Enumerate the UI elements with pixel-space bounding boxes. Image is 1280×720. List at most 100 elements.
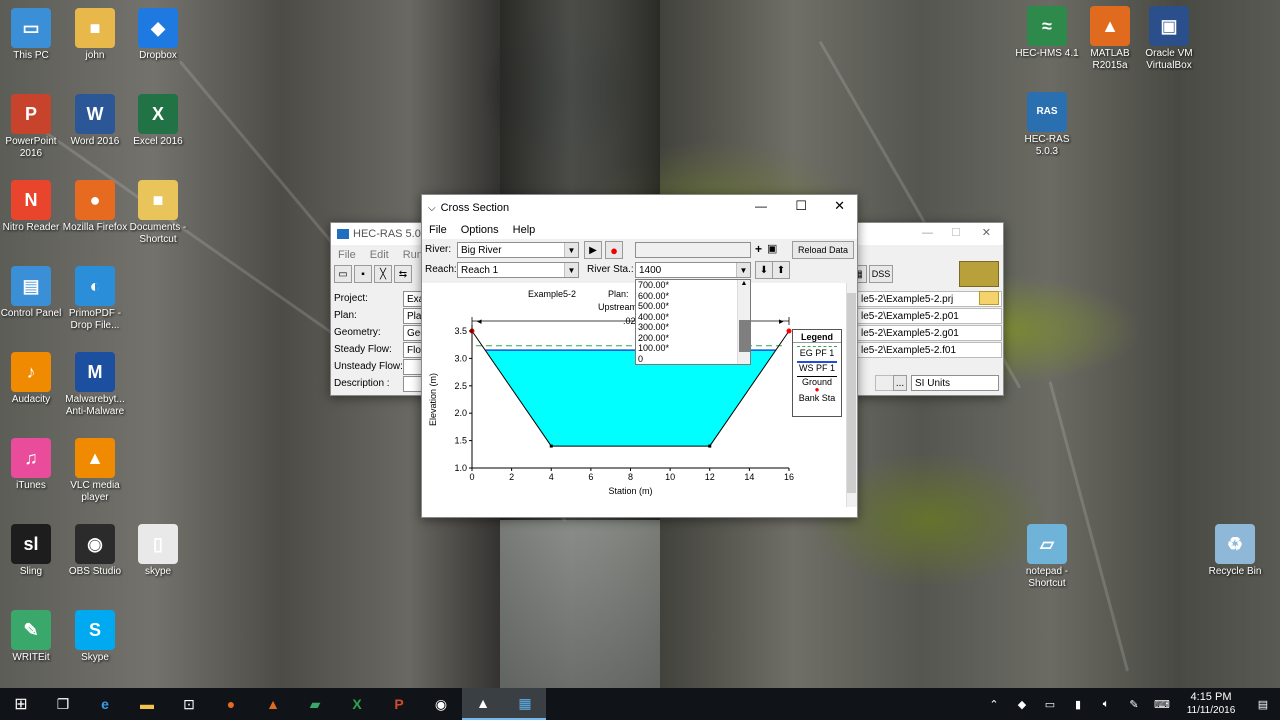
menu-edit[interactable]: Edit [363, 249, 396, 261]
arrow-down-icon[interactable]: ⬇ [755, 261, 773, 279]
desktop-icon-powerpoint-2016[interactable]: P PowerPoint 2016 [0, 94, 66, 160]
cross-section-titlebar[interactable]: ⌵ Cross Section — ☐ ✕ [422, 195, 857, 221]
dss-button[interactable]: DSS [869, 265, 893, 283]
maximize-icon[interactable]: ☐ [951, 226, 961, 239]
notifications-icon[interactable]: ▤ [1246, 698, 1280, 711]
desktop-icon-writeit[interactable]: ✎ WRITEit [0, 610, 66, 664]
desktop-icon-hec-ras-5-0-3[interactable]: RAS HEC-RAS 5.0.3 [1012, 92, 1082, 158]
y-tick-label: 3.0 [454, 353, 467, 363]
dropdown-option[interactable]: 300.00* [638, 322, 734, 333]
maximize-icon[interactable]: ☐ [795, 198, 807, 214]
hecras-icon[interactable]: ▦ [504, 688, 546, 720]
dropdown-option[interactable]: 0 [638, 354, 734, 365]
desktop-icon-hec-hms-4-1[interactable]: ≈ HEC-HMS 4.1 [1012, 6, 1082, 60]
desktop-icon-audacity[interactable]: ♪ Audacity [0, 352, 66, 406]
menu-help[interactable]: Help [506, 224, 543, 236]
photos-icon[interactable]: ▲ [462, 688, 504, 720]
excel-icon[interactable]: X [336, 688, 378, 720]
plus-icon[interactable]: + [755, 242, 762, 256]
desktop-icon-itunes[interactable]: ♫ iTunes [0, 438, 66, 492]
desktop-icon-excel-2016[interactable]: X Excel 2016 [123, 94, 193, 148]
store-icon[interactable]: ⊡ [168, 688, 210, 720]
matlab-icon[interactable]: ▲ [252, 688, 294, 720]
obs-icon[interactable]: ◉ [420, 688, 462, 720]
hecras-main-toolbar: ▭ ▪ ╳ ⇆ [334, 265, 412, 283]
y-tick-label: 3.5 [454, 326, 467, 336]
dropdown-option[interactable]: 600.00* [638, 291, 734, 302]
record-icon[interactable]: ● [605, 241, 623, 259]
reload-data-button[interactable]: Reload Data [792, 241, 854, 259]
profile-field[interactable] [635, 242, 751, 258]
desktop-icon-skype[interactable]: S Skype [60, 610, 130, 664]
clock[interactable]: 4:15 PM 11/11/2016 [1176, 691, 1246, 717]
desktop-icon-label: This PC [13, 50, 49, 61]
desktop-icon-mozilla-firefox[interactable]: ● Mozilla Firefox [60, 180, 130, 234]
desktop-icon-documents-shortcut[interactable]: ■ Documents - Shortcut [123, 180, 193, 246]
description-value[interactable] [403, 376, 423, 392]
reach-select[interactable]: Reach 1 ▼ [457, 262, 579, 278]
desktop-icon-control-panel[interactable]: ▤ Control Panel [0, 266, 66, 320]
powerpoint-icon[interactable]: P [378, 688, 420, 720]
minimize-icon[interactable]: — [755, 199, 767, 213]
desktop-icon-malwarebyt-anti-malware[interactable]: M Malwarebyt... Anti-Malware [60, 352, 130, 418]
firefox-icon[interactable]: ● [210, 688, 252, 720]
desktop-icon-obs-studio[interactable]: ◉ OBS Studio [60, 524, 130, 578]
minimize-icon[interactable]: — [922, 227, 933, 239]
file-explorer-icon[interactable]: ▬ [126, 688, 168, 720]
desktop-icon-recycle-bin[interactable]: ♻ Recycle Bin [1200, 524, 1270, 578]
pen-icon[interactable]: ✎ [1120, 698, 1148, 711]
close-icon[interactable]: ✕ [834, 198, 845, 214]
close-icon[interactable]: ✕ [982, 226, 991, 239]
flow-editor-icon[interactable]: ⇆ [394, 265, 412, 283]
save-project-icon[interactable]: ▪ [354, 265, 372, 283]
chart-scrollbar-thumb[interactable] [847, 293, 856, 493]
battery-icon[interactable]: ▮ [1064, 698, 1092, 711]
desktop-icon-john[interactable]: ■ john [60, 8, 130, 62]
app-icon: ≈ [1027, 6, 1067, 46]
dropdown-option[interactable]: 100.00* [638, 343, 734, 354]
chevron-up-icon[interactable]: ⌃ [980, 698, 1008, 711]
dropdown-option[interactable]: 500.00* [638, 301, 734, 312]
windows-start-icon[interactable]: ⊞ [0, 688, 42, 720]
desktop-icon-oracle-vm-virtualbox[interactable]: ▣ Oracle VM VirtualBox [1134, 6, 1204, 72]
dropdown-option[interactable]: 200.00* [638, 333, 734, 344]
network-icon[interactable]: ▭ [1036, 698, 1064, 711]
app-icon: ✎ [11, 610, 51, 650]
play-icon[interactable]: ▶ [584, 241, 602, 259]
desktop-icon-sling[interactable]: sl Sling [0, 524, 66, 578]
keyboard-icon[interactable]: ⌨ [1148, 698, 1176, 711]
open-project-icon[interactable]: ▭ [334, 265, 352, 283]
menu-file[interactable]: File [422, 224, 454, 236]
browse-button[interactable]: ... [893, 375, 907, 391]
geometry-editor-icon[interactable]: ╳ [374, 265, 392, 283]
edge-icon[interactable]: e [84, 688, 126, 720]
scroll-up-icon[interactable]: ▲ [738, 280, 750, 287]
desktop-icon-skype[interactable]: ▯ skype [123, 524, 193, 578]
river-select[interactable]: Big River ▼ [457, 242, 579, 258]
desktop-icon-dropbox[interactable]: ◆ Dropbox [123, 8, 193, 62]
menu-file[interactable]: File [331, 249, 363, 261]
dropdown-scrollbar-thumb[interactable] [739, 320, 750, 352]
river-sta-dropdown-list[interactable]: 700.00* 600.00* 500.00* 400.00* 300.00* 200.0… [635, 279, 751, 365]
volume-icon[interactable]: 🔈︎ [1092, 698, 1120, 711]
desktop-icon-nitro-reader[interactable]: N Nitro Reader [0, 180, 66, 234]
desktop-icon-word-2016[interactable]: W Word 2016 [60, 94, 130, 148]
dropdown-scrollbar[interactable]: ▲ [737, 280, 750, 364]
desktop-icon-vlc-media-player[interactable]: ▲ VLC media player [60, 438, 130, 504]
geometry-file-path: le5-2\Example5-2.g01 [857, 325, 1002, 341]
task-view-icon[interactable]: ❐ [42, 688, 84, 720]
dropdown-option[interactable]: 400.00* [638, 312, 734, 323]
desktop-icon-notepad-shortcut[interactable]: ▱ notepad - Shortcut [1012, 524, 1082, 590]
camera-icon[interactable]: ▣ [767, 242, 777, 255]
river-sta-select[interactable]: 1400 ▼ [635, 262, 751, 278]
dropbox-icon[interactable]: ◆ [1008, 698, 1036, 711]
writeit-icon[interactable]: ▰ [294, 688, 336, 720]
dropdown-option[interactable]: 700.00* [638, 280, 734, 291]
menu-options[interactable]: Options [454, 224, 506, 236]
desktop-icon-primopdf-drop-file[interactable]: ◐ PrimoPDF - Drop File... [60, 266, 130, 332]
desktop-icon-this-pc[interactable]: ▭ This PC [0, 8, 66, 62]
arrow-up-icon[interactable]: ⬆ [772, 261, 790, 279]
manning-label: .02 [623, 316, 636, 326]
ground-point [549, 444, 553, 448]
folder-icon[interactable] [979, 291, 999, 305]
